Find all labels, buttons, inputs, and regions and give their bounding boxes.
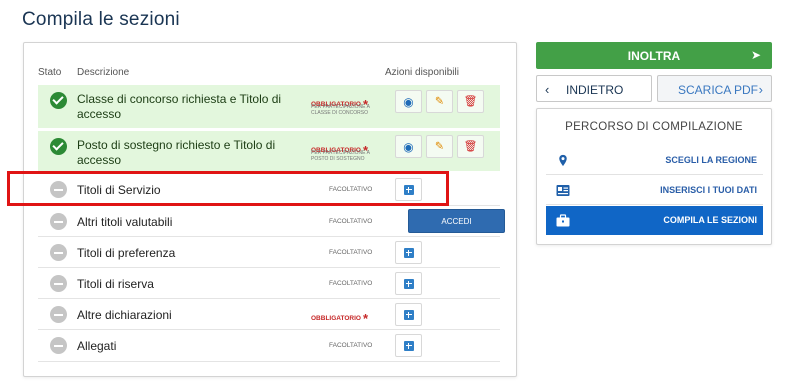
add-button[interactable] bbox=[395, 272, 422, 295]
check-icon bbox=[50, 138, 67, 155]
delete-button[interactable]: 🗑 bbox=[457, 90, 484, 113]
table-row: Altre dichiarazioni OBBLIGATORIO * bbox=[38, 299, 500, 330]
column-header-descrizione: Descrizione bbox=[77, 67, 130, 78]
plus-square-icon bbox=[403, 247, 414, 258]
requirement-label: FACOLTATIVO bbox=[329, 342, 373, 349]
section-label: Altre dichiarazioni bbox=[77, 308, 172, 322]
step-inserisci-dati[interactable]: INSERISCI I TUOI DATI bbox=[546, 176, 763, 205]
requirement-label: FACOLTATIVO bbox=[329, 280, 373, 287]
trash-icon: 🗑 bbox=[463, 95, 478, 107]
plus-square-icon bbox=[403, 278, 414, 289]
delete-button[interactable]: 🗑 bbox=[457, 135, 484, 158]
indietro-button[interactable]: ‹ INDIETRO bbox=[536, 75, 652, 102]
map-marker-icon bbox=[559, 154, 567, 167]
table-row: Titoli di preferenza FACOLTATIVO bbox=[38, 237, 500, 268]
minus-circle-icon bbox=[50, 337, 67, 354]
column-header-stato: Stato bbox=[38, 67, 62, 78]
highlight-box bbox=[7, 171, 449, 206]
add-button[interactable] bbox=[395, 303, 422, 326]
section-label: Allegati bbox=[77, 339, 117, 353]
minus-circle-icon bbox=[50, 244, 67, 261]
section-label: Titoli di preferenza bbox=[77, 246, 176, 260]
chevron-right-icon: › bbox=[758, 82, 763, 97]
section-label: Altri titoli valutabili bbox=[77, 215, 173, 229]
step-compila-sezioni[interactable]: COMPILA LE SEZIONI bbox=[546, 206, 763, 235]
scarica-pdf-button[interactable]: SCARICA PDF › bbox=[657, 75, 772, 102]
requirement-note: PER PARTECIPAZIONE A POSTO DI SOSTEGNO bbox=[311, 150, 370, 162]
requirement-label: OBBLIGATORIO * bbox=[311, 311, 369, 326]
sections-table: Stato Descrizione Azioni disponibili Cla… bbox=[23, 42, 517, 377]
add-button[interactable] bbox=[395, 334, 422, 357]
section-label: Titoli di riserva bbox=[77, 277, 154, 291]
table-row: Titoli di riserva FACOLTATIVO bbox=[38, 268, 500, 299]
minus-circle-icon bbox=[50, 275, 67, 292]
percorso-panel: PERCORSO DI COMPILAZIONE SCEGLI LA REGIO… bbox=[536, 108, 772, 245]
requirement-note: PER PARTECIPAZIONE A CLASSE DI CONCORSO bbox=[311, 104, 370, 116]
add-button[interactable] bbox=[395, 241, 422, 264]
table-row: Posto di sostegno richiesto e Titolo di … bbox=[38, 131, 500, 172]
plus-square-icon bbox=[403, 340, 414, 351]
briefcase-icon bbox=[556, 214, 570, 227]
requirement-label: FACOLTATIVO bbox=[329, 218, 373, 225]
page-title: Compila le sezioni bbox=[22, 9, 180, 30]
step-scegli-regione[interactable]: SCEGLI LA REGIONE bbox=[546, 146, 763, 175]
eye-icon: ◉ bbox=[403, 94, 414, 109]
minus-circle-icon bbox=[50, 306, 67, 323]
inoltra-button[interactable]: INOLTRA ➤ bbox=[536, 42, 772, 69]
trash-icon: 🗑 bbox=[463, 140, 478, 152]
eye-icon: ◉ bbox=[403, 139, 414, 154]
accedi-button[interactable]: ACCEDI bbox=[408, 209, 505, 233]
edit-button[interactable]: ✎ bbox=[426, 90, 453, 113]
view-button[interactable]: ◉ bbox=[395, 90, 422, 113]
check-icon bbox=[50, 92, 67, 109]
table-row: Classe di concorso richiesta e Titolo di… bbox=[38, 85, 500, 129]
section-label: Posto di sostegno richiesto e Titolo di … bbox=[77, 138, 276, 167]
table-row: Altri titoli valutabili FACOLTATIVO ACCE… bbox=[38, 206, 505, 237]
pencil-icon: ✎ bbox=[434, 95, 445, 107]
id-card-icon bbox=[556, 185, 570, 196]
send-icon: ➤ bbox=[750, 48, 761, 62]
minus-circle-icon bbox=[50, 213, 67, 230]
edit-button[interactable]: ✎ bbox=[426, 135, 453, 158]
plus-square-icon bbox=[403, 309, 414, 320]
view-button[interactable]: ◉ bbox=[395, 135, 422, 158]
column-header-azioni: Azioni disponibili bbox=[385, 67, 459, 78]
requirement-label: FACOLTATIVO bbox=[329, 249, 373, 256]
pencil-icon: ✎ bbox=[434, 140, 445, 152]
section-label: Classe di concorso richiesta e Titolo di… bbox=[77, 92, 282, 121]
percorso-title: PERCORSO DI COMPILAZIONE bbox=[565, 121, 743, 133]
table-row: Allegati FACOLTATIVO bbox=[38, 330, 500, 362]
chevron-left-icon: ‹ bbox=[545, 82, 550, 97]
